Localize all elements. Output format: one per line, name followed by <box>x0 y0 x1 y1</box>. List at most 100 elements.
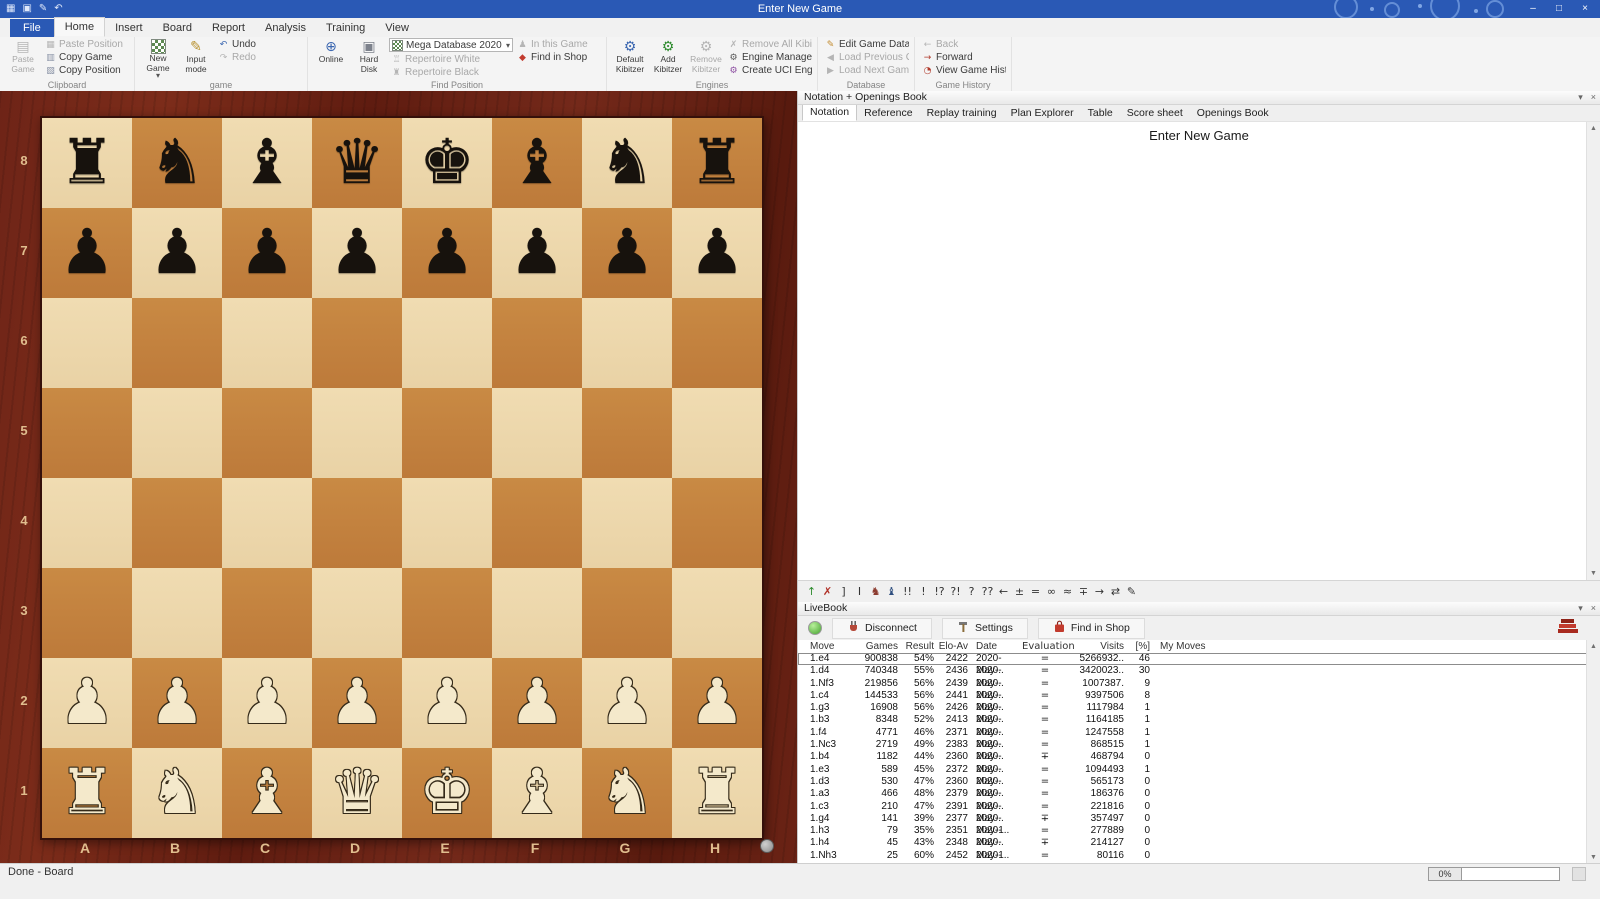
scroll-down-icon[interactable]: ▼ <box>1587 567 1600 580</box>
annotation-symbol-button[interactable]: ✗ <box>820 583 835 600</box>
square-d5[interactable] <box>312 388 402 478</box>
tab-reference[interactable]: Reference <box>857 106 919 121</box>
square-d6[interactable] <box>312 298 402 388</box>
square-h5[interactable] <box>672 388 762 478</box>
livebook-row-1-nc3[interactable]: 1.Nc3 2719 49% 2383 2020-May-.. = 868515 1 <box>798 739 1600 762</box>
square-a6[interactable] <box>42 298 132 388</box>
annotation-symbol-button[interactable]: → <box>1092 583 1107 600</box>
scroll-up-icon[interactable]: ▲ <box>1587 122 1600 135</box>
copy-game-button[interactable]: ▥ Copy Game <box>43 51 129 64</box>
square-h6[interactable] <box>672 298 762 388</box>
default-kibitzer-button[interactable]: ⚙ Default Kibitzer <box>612 38 648 74</box>
square-d7[interactable]: ♟ <box>312 208 402 298</box>
square-a3[interactable] <box>42 568 132 658</box>
square-f4[interactable] <box>492 478 582 568</box>
square-g3[interactable] <box>582 568 672 658</box>
copy-position-button[interactable]: ▧ Copy Position <box>43 64 129 77</box>
find-in-shop-button[interactable]: Find in Shop <box>1037 617 1145 639</box>
square-c4[interactable] <box>222 478 312 568</box>
panel-close-button[interactable]: × <box>1591 91 1596 104</box>
livebook-row-1-b3[interactable]: 1.b3 8348 52% 2413 2020-May-.. = 1164185 1 <box>798 714 1600 737</box>
square-e8[interactable]: ♚ <box>402 118 492 208</box>
annotation-symbol-button[interactable]: ← <box>996 583 1011 600</box>
livebook-row-1-nh3[interactable]: 1.Nh3 25 60% 2452 2020-May-.. = 80116 0 <box>798 850 1600 864</box>
panel-collapse-button[interactable]: ▾ <box>1578 91 1583 104</box>
notation-area[interactable]: Enter New Game ▲ ▼ <box>798 122 1600 580</box>
annotation-symbol-button[interactable]: !? <box>932 583 947 600</box>
square-a7[interactable]: ♟ <box>42 208 132 298</box>
annotation-symbol-button[interactable]: ♝ <box>884 583 899 600</box>
square-e7[interactable]: ♟ <box>402 208 492 298</box>
close-button[interactable]: × <box>1572 0 1598 17</box>
square-f6[interactable] <box>492 298 582 388</box>
square-f2[interactable]: ♟ <box>492 658 582 748</box>
square-b1[interactable]: ♞ <box>132 748 222 838</box>
annotation-symbol-button[interactable]: = <box>1028 583 1043 600</box>
undo-button[interactable]: ↶ Undo <box>216 38 302 51</box>
annotation-symbol-button[interactable]: ∓ <box>1076 583 1091 600</box>
column-header-result[interactable]: Result <box>898 640 934 653</box>
livebook-row-1-nf3[interactable]: 1.Nf3 219856 56% 2439 2020-May-.. = 1007387. 9 <box>798 678 1600 701</box>
maximize-button[interactable]: □ <box>1546 0 1572 17</box>
square-c6[interactable] <box>222 298 312 388</box>
square-e5[interactable] <box>402 388 492 478</box>
square-e1[interactable]: ♚ <box>402 748 492 838</box>
square-f5[interactable] <box>492 388 582 478</box>
square-g6[interactable] <box>582 298 672 388</box>
square-g7[interactable]: ♟ <box>582 208 672 298</box>
annotation-symbol-button[interactable]: ∞ <box>1044 583 1059 600</box>
board-menu-button[interactable] <box>760 839 774 853</box>
livebook-row-1-c3[interactable]: 1.c3 210 47% 2391 2020-May-.. = 221816 0 <box>798 801 1600 824</box>
livebook-row-1-h4[interactable]: 1.h4 45 43% 2348 2020-May-1.. ∓ 214127 0 <box>798 837 1600 860</box>
annotation-symbol-button[interactable]: !! <box>900 583 915 600</box>
square-h4[interactable] <box>672 478 762 568</box>
square-h3[interactable] <box>672 568 762 658</box>
square-a8[interactable]: ♜ <box>42 118 132 208</box>
livebook-row-1-f4[interactable]: 1.f4 4771 46% 2371 2020-May-.. = 1247558 1 <box>798 727 1600 750</box>
square-b6[interactable] <box>132 298 222 388</box>
square-b2[interactable]: ♟ <box>132 658 222 748</box>
menu-tab-report[interactable]: Report <box>202 19 255 37</box>
square-g2[interactable]: ♟ <box>582 658 672 748</box>
column-header-my-moves[interactable]: My Moves <box>1150 640 1210 653</box>
livebook-row-1-d4[interactable]: 1.d4 740348 55% 2436 2020-May-.. = 3420023.. 30 <box>798 665 1600 688</box>
input-mode-button[interactable]: ✎ Input mode <box>178 38 214 74</box>
square-c3[interactable] <box>222 568 312 658</box>
livebook-row-1-b4[interactable]: 1.b4 1182 44% 2360 2020-May-.. ∓ 468794 0 <box>798 751 1600 774</box>
scroll-up-icon[interactable]: ▲ <box>1587 640 1600 653</box>
square-b4[interactable] <box>132 478 222 568</box>
square-f3[interactable] <box>492 568 582 658</box>
add-kibitzer-button[interactable]: ⚙ Add Kibitzer <box>650 38 686 74</box>
annotation-symbol-button[interactable]: ⇄ <box>1108 583 1123 600</box>
annotation-symbol-button[interactable]: ♞ <box>868 583 883 600</box>
new-game-button[interactable]: New Game ▾ <box>140 38 176 80</box>
tab-notation[interactable]: Notation <box>802 104 858 121</box>
panel-close-button[interactable]: × <box>1591 602 1596 615</box>
notation-scrollbar[interactable]: ▲ ▼ <box>1586 122 1600 580</box>
annotation-symbol-button[interactable]: ?? <box>980 583 995 600</box>
settings-button[interactable]: Settings <box>941 617 1028 639</box>
square-d2[interactable]: ♟ <box>312 658 402 748</box>
edit-game-data-button[interactable]: ✎ Edit Game Data <box>823 38 909 51</box>
column-header-visits[interactable]: Visits <box>1068 640 1124 653</box>
annotation-symbol-button[interactable]: ± <box>1012 583 1027 600</box>
engine-management-button[interactable]: ⚙ Engine Management <box>726 51 812 64</box>
square-b8[interactable]: ♞ <box>132 118 222 208</box>
annotation-symbol-button[interactable]: ? <box>964 583 979 600</box>
online-button[interactable]: ⊕ Online <box>313 38 349 65</box>
menu-tab-training[interactable]: Training <box>316 19 375 37</box>
livebook-row-1-g3[interactable]: 1.g3 16908 56% 2426 2020-May-.. = 1117984 1 <box>798 702 1600 725</box>
square-g4[interactable] <box>582 478 672 568</box>
square-g5[interactable] <box>582 388 672 478</box>
column-header-date[interactable]: Date <box>968 640 1022 653</box>
square-c7[interactable]: ♟ <box>222 208 312 298</box>
square-a4[interactable] <box>42 478 132 568</box>
menu-tab-analysis[interactable]: Analysis <box>255 19 316 37</box>
livebook-row-1-g4[interactable]: 1.g4 141 39% 2377 2020-May-1.. ∓ 357497 0 <box>798 813 1600 836</box>
square-a2[interactable]: ♟ <box>42 658 132 748</box>
tab-openings-book[interactable]: Openings Book <box>1190 106 1276 121</box>
column-header-games[interactable]: Games <box>852 640 898 653</box>
panel-collapse-button[interactable]: ▾ <box>1578 602 1583 615</box>
square-e6[interactable] <box>402 298 492 388</box>
square-c8[interactable]: ♝ <box>222 118 312 208</box>
